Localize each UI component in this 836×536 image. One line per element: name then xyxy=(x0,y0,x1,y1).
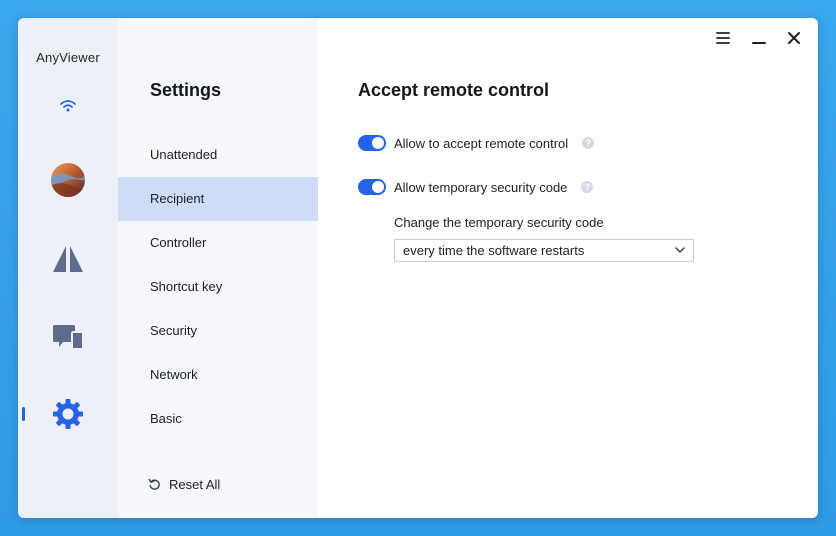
nav-item-network[interactable]: Network xyxy=(118,353,318,397)
help-icon[interactable]: ? xyxy=(581,181,594,193)
icon-rail: AnyViewer xyxy=(18,18,118,518)
app-name: AnyViewer xyxy=(36,50,100,65)
reset-all-button[interactable]: Reset All xyxy=(148,477,220,492)
remote-control-icon[interactable] xyxy=(52,244,84,274)
code-change-select[interactable]: every time the software restarts xyxy=(394,239,694,262)
reset-all-label: Reset All xyxy=(169,477,221,492)
change-code-label: Change the temporary security code xyxy=(394,215,604,230)
avatar[interactable] xyxy=(51,163,85,197)
accept-remote-row: Allow to accept remote control ? xyxy=(358,135,595,151)
nav-item-shortcut-key[interactable]: Shortcut key xyxy=(118,265,318,309)
nav-item-unattended[interactable]: Unattended xyxy=(118,133,318,177)
settings-panel: Settings Unattended Recipient Controller… xyxy=(118,18,318,518)
accept-remote-label: Allow to accept remote control xyxy=(394,135,569,151)
temp-code-toggle[interactable] xyxy=(358,179,386,195)
help-icon[interactable]: ? xyxy=(582,137,595,149)
reset-icon xyxy=(148,478,160,490)
gear-icon[interactable] xyxy=(52,398,84,430)
temp-code-row: Allow temporary security code ? xyxy=(358,179,594,195)
main-content: Accept remote control Allow to accept re… xyxy=(318,18,818,518)
nav-item-security[interactable]: Security xyxy=(118,309,318,353)
page-title: Accept remote control xyxy=(358,80,550,100)
menu-icon[interactable] xyxy=(715,30,731,46)
code-change-value: every time the software restarts xyxy=(403,243,585,258)
accept-remote-toggle[interactable] xyxy=(358,135,386,151)
nav-item-basic[interactable]: Basic xyxy=(118,397,318,441)
chevron-down-icon xyxy=(675,247,685,253)
active-indicator xyxy=(22,407,25,421)
avatar-image xyxy=(51,163,85,197)
nav-item-recipient[interactable]: Recipient xyxy=(118,177,318,221)
nav-item-controller[interactable]: Controller xyxy=(118,221,318,265)
settings-title: Settings xyxy=(150,80,222,100)
temp-code-label: Allow temporary security code xyxy=(394,179,568,195)
wifi-icon xyxy=(60,100,76,112)
close-icon[interactable] xyxy=(786,30,802,46)
app-window: AnyViewer Settings Unattended Recipient … xyxy=(18,18,818,518)
minimize-icon[interactable] xyxy=(751,30,767,46)
devices-icon[interactable] xyxy=(52,323,84,351)
